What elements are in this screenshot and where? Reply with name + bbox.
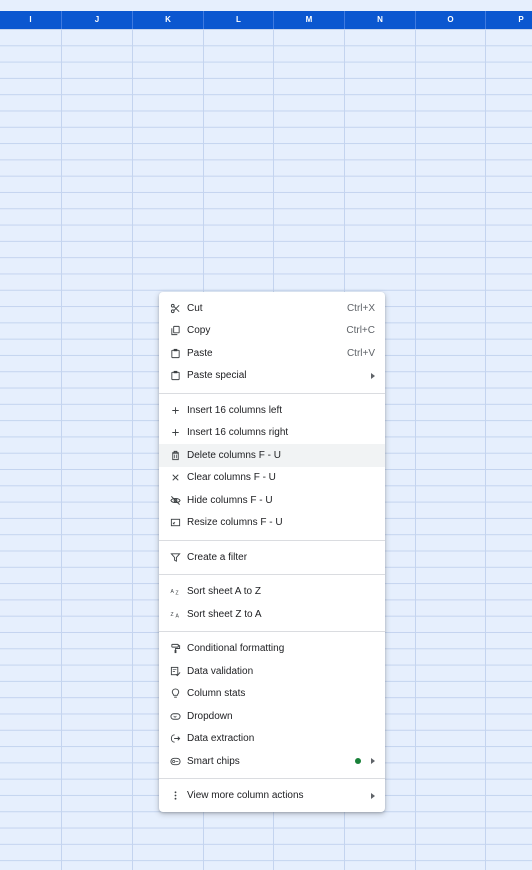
clipboard-icon	[169, 370, 181, 382]
menu-divider	[159, 631, 385, 632]
menu-item-label: Cut	[187, 302, 203, 314]
menu-item-dropdown[interactable]: Dropdown	[159, 705, 385, 728]
scissors-icon	[169, 302, 181, 314]
sort-za-icon: ZA	[169, 608, 181, 620]
plus-icon	[169, 427, 181, 439]
menu-item-clear-columns[interactable]: Clear columns F - U	[159, 467, 385, 490]
menu-item-label: Column stats	[187, 688, 246, 700]
menu-item-label: Sort sheet Z to A	[187, 608, 262, 620]
grid-line	[415, 29, 416, 870]
smart-chip-icon	[169, 755, 181, 767]
menu-item-create-filter[interactable]: Create a filter	[159, 546, 385, 569]
plus-icon	[169, 404, 181, 416]
menu-item-paste[interactable]: Paste Ctrl+V	[159, 342, 385, 365]
menu-item-label: Hide columns F - U	[187, 494, 273, 506]
filter-icon	[169, 551, 181, 563]
column-header-m[interactable]: M	[274, 11, 345, 29]
submenu-arrow-icon	[371, 372, 375, 379]
svg-text:A: A	[175, 613, 179, 619]
menu-item-label: Paste	[187, 347, 213, 359]
menu-item-label: Smart chips	[187, 755, 240, 767]
menu-item-copy[interactable]: Copy Ctrl+C	[159, 320, 385, 343]
menu-item-label: Delete columns F - U	[187, 449, 281, 461]
dropdown-chip-icon	[169, 710, 181, 722]
menu-item-label: Dropdown	[187, 710, 233, 722]
column-header-p[interactable]: P	[486, 11, 532, 29]
column-header-i[interactable]: I	[0, 11, 62, 29]
svg-text:Z: Z	[170, 612, 173, 618]
shortcut-label: Ctrl+X	[346, 302, 375, 314]
menu-item-label: Paste special	[187, 370, 247, 382]
menu-item-sort-za[interactable]: ZA Sort sheet Z to A	[159, 603, 385, 626]
shortcut-label: Ctrl+C	[346, 325, 375, 337]
menu-item-paste-special[interactable]: Paste special	[159, 365, 385, 388]
menu-item-view-more-column-actions[interactable]: View more column actions	[159, 785, 385, 808]
menu-item-sort-az[interactable]: AZ Sort sheet A to Z	[159, 581, 385, 604]
menu-item-label: Resize columns F - U	[187, 517, 283, 529]
menu-item-column-stats[interactable]: Column stats	[159, 683, 385, 706]
menu-item-label: Create a filter	[187, 551, 248, 563]
menu-divider	[159, 392, 385, 394]
trash-icon	[169, 449, 181, 461]
menu-item-hide-columns[interactable]: Hide columns F - U	[159, 489, 385, 512]
menu-item-insert-right[interactable]: Insert 16 columns right	[159, 422, 385, 445]
submenu-arrow-icon	[371, 792, 375, 799]
extraction-icon	[169, 733, 181, 745]
column-header-j[interactable]: J	[62, 11, 133, 29]
menu-item-label: Sort sheet A to Z	[187, 586, 261, 598]
menu-item-delete-columns[interactable]: Delete columns F - U	[159, 444, 385, 467]
clipboard-icon	[169, 347, 181, 359]
paint-roller-icon	[169, 643, 181, 655]
menu-item-data-validation[interactable]: Data validation	[159, 660, 385, 683]
menu-divider	[159, 574, 385, 575]
menu-item-conditional-formatting[interactable]: Conditional formatting	[159, 638, 385, 661]
svg-text:A: A	[170, 589, 174, 595]
menu-item-label: Conditional formatting	[187, 643, 285, 655]
sort-az-icon: AZ	[169, 586, 181, 598]
menu-item-label: Clear columns F - U	[187, 472, 276, 484]
menu-item-resize-columns[interactable]: Resize columns F - U	[159, 512, 385, 535]
copy-icon	[169, 325, 181, 337]
column-header-l[interactable]: L	[204, 11, 274, 29]
menu-divider	[159, 539, 385, 541]
grid-line	[485, 29, 486, 870]
menu-item-label: Data validation	[187, 665, 254, 677]
menu-item-label: Copy	[187, 325, 211, 337]
menu-item-data-extraction[interactable]: Data extraction	[159, 728, 385, 751]
menu-item-label: Insert 16 columns right	[187, 427, 289, 439]
menu-item-insert-left[interactable]: Insert 16 columns left	[159, 399, 385, 422]
menu-item-label: View more column actions	[187, 790, 304, 802]
column-header-o[interactable]: O	[416, 11, 486, 29]
grid-line	[132, 29, 133, 870]
close-icon	[169, 472, 181, 484]
eye-off-icon	[169, 494, 181, 506]
menu-item-cut[interactable]: Cut Ctrl+X	[159, 297, 385, 320]
menu-item-smart-chips[interactable]: Smart chips	[159, 750, 385, 773]
menu-item-label: Data extraction	[187, 733, 255, 745]
svg-text:Z: Z	[175, 591, 178, 597]
validation-icon	[169, 665, 181, 677]
column-header-k[interactable]: K	[133, 11, 204, 29]
column-header-bar: I J K L M N O P	[0, 11, 532, 29]
resize-icon	[169, 517, 181, 529]
shortcut-label: Ctrl+V	[346, 347, 375, 359]
column-context-menu: Cut Ctrl+X Copy Ctrl+C Paste Ctrl+V Past…	[159, 292, 385, 812]
menu-item-label: Insert 16 columns left	[187, 404, 283, 416]
menu-divider	[159, 778, 385, 779]
lightbulb-icon	[169, 688, 181, 700]
column-header-n[interactable]: N	[345, 11, 416, 29]
grid-line	[61, 29, 62, 870]
submenu-arrow-icon	[371, 758, 375, 765]
new-feature-dot	[355, 758, 361, 765]
more-vert-icon	[169, 790, 181, 802]
